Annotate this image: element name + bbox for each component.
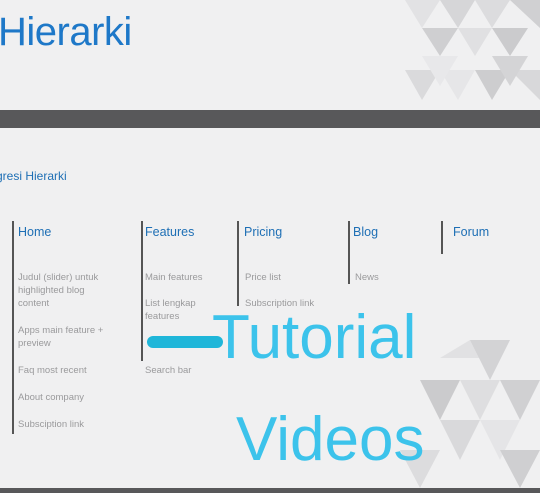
nav-heading-pricing[interactable]: Pricing [244,225,282,239]
section-subtitle: gresi Hierarki [0,169,67,183]
home-item-faq: Faq most recent [18,365,87,376]
nav-heading-home[interactable]: Home [18,225,51,239]
triangle-pattern-top [405,0,540,100]
blog-item-news: News [355,272,379,283]
home-item-about: About company [18,392,85,403]
nav-heading-forum[interactable]: Forum [453,225,489,239]
page-title: Hierarki [0,10,132,54]
features-item-list: List lengkap features [145,298,196,322]
nav-heading-blog[interactable]: Blog [353,225,378,239]
pricing-item-price-list: Price list [245,272,281,283]
home-item-subscription: Subsciption link [18,419,85,430]
overlay-text-line2: Videos [236,405,425,474]
home-item-apps-feature: Apps main feature + preview [18,325,104,349]
column-divider-forum [441,221,443,254]
features-item-main: Main features [145,272,203,283]
column-divider-features [141,221,143,361]
features-item-search-bar: Search bar [145,365,192,376]
column-divider-pricing [237,221,239,306]
home-item-slider: Judul (slider) untuk highlighted blog co… [18,272,99,309]
footer-divider-bar [0,488,540,493]
overlay-text-line1: Tutorial [212,303,417,372]
nav-heading-features[interactable]: Features [145,225,194,239]
column-divider-blog [348,221,350,284]
column-divider-home [12,221,14,434]
header-divider-bar [0,110,540,128]
